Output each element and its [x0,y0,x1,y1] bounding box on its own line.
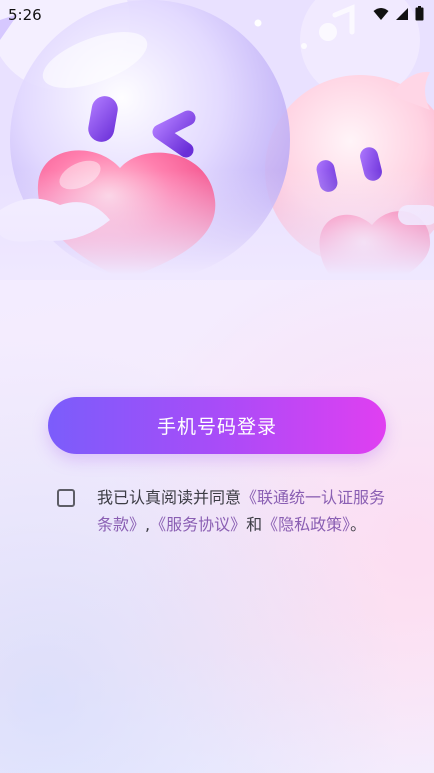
status-icons [373,6,424,21]
agreement-and: 和 [246,514,263,534]
wifi-icon [373,7,389,20]
agreement-text: 我已认真阅读并同意《联通统一认证服务条款》,《服务协议》和《隐私政策》。 [97,485,387,538]
agreement-suffix: 。 [350,514,367,534]
agreement-prefix: 我已认真阅读并同意 [97,488,242,507]
phone-login-label: 手机号码登录 [156,417,277,438]
status-bar: 5:26 [0,0,434,30]
agreement-checkbox[interactable] [57,489,75,507]
phone-login-button[interactable]: 手机号码登录 [48,397,386,454]
signal-icon [396,7,408,20]
battery-icon [415,6,424,21]
privacy-policy-link[interactable]: 《隐私政策》 [262,515,350,534]
status-time: 5:26 [8,6,42,24]
service-agreement-link[interactable]: 《服务协议》 [150,515,246,534]
hero-illustration [0,0,434,280]
hero-fade [0,170,434,280]
